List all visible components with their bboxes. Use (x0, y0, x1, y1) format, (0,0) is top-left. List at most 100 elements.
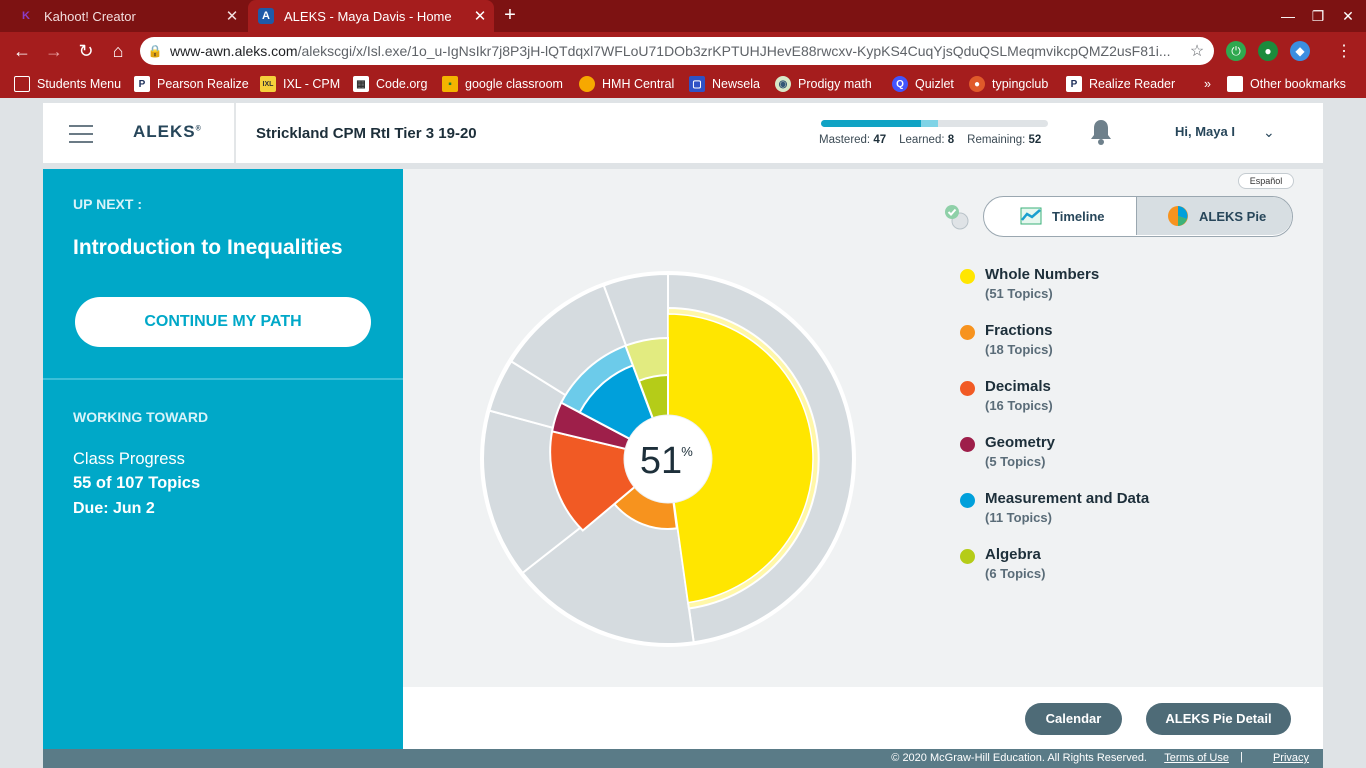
close-window-icon[interactable]: ✕ (1330, 0, 1366, 32)
copyright-text: © 2020 McGraw-Hill Education. All Rights… (891, 752, 1147, 764)
new-tab-icon[interactable]: + (498, 4, 522, 28)
bookmark-label: Quizlet (915, 77, 954, 91)
measurement-dot-icon (960, 493, 975, 508)
notification-bell-icon[interactable] (1089, 118, 1113, 146)
header-divider (234, 103, 236, 163)
tab-kahoot[interactable]: K Kahoot! Creator ✕ (8, 0, 246, 32)
bookmark-students-menu[interactable]: Students Menu (14, 75, 121, 93)
action-bar: Calendar ALEKS Pie Detail (403, 687, 1323, 749)
bookmark-label: Prodigy math (798, 77, 872, 91)
aleks-page: ALEKS® Strickland CPM RtI Tier 3 19-20 M… (0, 98, 1366, 768)
classroom-icon: ▪ (442, 76, 458, 92)
timeline-label: Timeline (1052, 208, 1105, 224)
bookmark-label: HMH Central (602, 77, 675, 91)
bookmark-label: Pearson Realize (157, 77, 249, 91)
pie-icon (1168, 206, 1188, 226)
extension-diamond-icon[interactable]: ◆ (1290, 41, 1310, 61)
folder-icon (1227, 76, 1243, 92)
quizlet-icon: Q (892, 76, 908, 92)
bookmark-hmh-central[interactable]: HMH Central (579, 75, 674, 93)
legend-count: (6 Topics) (985, 566, 1046, 581)
geometry-dot-icon (960, 437, 975, 452)
bookmark-realize-reader[interactable]: P Realize Reader (1066, 75, 1175, 93)
class-name[interactable]: Strickland CPM RtI Tier 3 19-20 (256, 125, 477, 142)
privacy-link[interactable]: Privacy (1273, 752, 1309, 764)
extension-power-icon[interactable]: ⏻ (1226, 41, 1246, 61)
working-toward-label: WORKING TOWARD (73, 409, 209, 425)
browser-menu-icon[interactable]: ⋮ (1334, 41, 1354, 61)
class-progress-label: Class Progress (73, 450, 185, 468)
legend-count: (18 Topics) (985, 342, 1053, 357)
bookmark-label: Newsela (712, 77, 760, 91)
aleks-pie-tab[interactable]: ALEKS Pie (1136, 197, 1292, 235)
aleks-logo[interactable]: ALEKS® (133, 122, 202, 142)
timeline-tab[interactable]: Timeline (984, 197, 1136, 235)
close-tab-icon[interactable]: ✕ (218, 7, 246, 25)
address-bar[interactable]: 🔒 www-awn.aleks.com/alekscgi/x/Isl.exe/1… (140, 37, 1214, 65)
app-header: ALEKS® Strickland CPM RtI Tier 3 19-20 M… (43, 103, 1323, 163)
center-percent: 51 (640, 440, 682, 482)
bookmark-label: IXL - CPM (283, 77, 341, 91)
extension-green-icon[interactable]: ● (1258, 41, 1278, 61)
url-text: www-awn.aleks.com/alekscgi/x/Isl.exe/1o_… (170, 43, 1171, 59)
legend-count: (5 Topics) (985, 454, 1046, 469)
bookmark-star-icon[interactable]: ☆ (1180, 41, 1214, 61)
up-next-label: UP NEXT : (73, 196, 142, 212)
reload-icon[interactable]: ↻ (74, 39, 98, 63)
terms-of-use-link[interactable]: Terms of Use (1164, 752, 1229, 764)
progress-learned (920, 120, 938, 127)
checkmark-badge-icon[interactable] (941, 202, 971, 232)
more-bookmarks-icon[interactable]: » (1204, 75, 1211, 93)
bookmark-ixl[interactable]: IXL IXL - CPM (260, 75, 340, 93)
remaining-stat: Remaining: 52 (967, 134, 1042, 146)
kahoot-favicon-icon: K (22, 10, 30, 22)
tab-title: ALEKS - Maya Davis - Home (284, 8, 452, 24)
footer-separator: | (1240, 751, 1243, 763)
legend-name: Decimals (985, 378, 1051, 395)
bookmark-pearson-realize[interactable]: P Pearson Realize (134, 75, 249, 93)
topics-progress: 55 of 107 Topics (73, 474, 201, 492)
forward-icon[interactable]: → (42, 39, 66, 63)
close-tab-icon[interactable]: ✕ (466, 7, 494, 25)
prodigy-icon: ◉ (775, 76, 791, 92)
bookmark-label: Realize Reader (1089, 77, 1176, 91)
legend-name: Measurement and Data (985, 490, 1150, 507)
newsela-icon: ▢ (689, 76, 705, 92)
whole-numbers-dot-icon (960, 269, 975, 284)
aleks-pie-chart[interactable]: 51 % (478, 269, 858, 649)
menu-icon[interactable] (69, 125, 93, 143)
calendar-button[interactable]: Calendar (1025, 703, 1122, 735)
legend-name: Fractions (985, 322, 1053, 339)
legend-name: Geometry (985, 434, 1056, 451)
aleks-pie-detail-button[interactable]: ALEKS Pie Detail (1146, 703, 1291, 735)
bookmark-newsela[interactable]: ▢ Newsela (689, 75, 760, 93)
copyright-footer: © 2020 McGraw-Hill Education. All Rights… (43, 749, 1323, 768)
bookmark-code-org[interactable]: ▦ Code.org (353, 75, 427, 93)
progress-mastered (821, 120, 921, 127)
sidebar-divider (43, 378, 403, 380)
legend-name: Algebra (985, 546, 1041, 563)
bookmark-label: Students Menu (37, 77, 122, 91)
bookmark-label: google classroom (465, 77, 563, 91)
bookmark-prodigy[interactable]: ◉ Prodigy math (775, 75, 872, 93)
chevron-down-icon[interactable]: ⌄ (1263, 124, 1275, 141)
legend-count: (16 Topics) (985, 398, 1053, 413)
back-icon[interactable]: ← (10, 39, 34, 63)
espanol-button[interactable]: Español (1238, 173, 1294, 189)
lock-icon: 🔒 (147, 44, 163, 58)
bookmark-label: typingclub (992, 77, 1049, 91)
user-greeting[interactable]: Hi, Maya I (1175, 124, 1235, 139)
ixl-icon: IXL (260, 76, 276, 92)
legend-count: (51 Topics) (985, 286, 1053, 301)
home-icon[interactable]: ⌂ (106, 39, 130, 63)
view-toggle: Timeline ALEKS Pie (983, 196, 1293, 237)
code-org-icon: ▦ (353, 76, 369, 92)
continue-my-path-button[interactable]: CONTINUE MY PATH (75, 297, 371, 347)
bookmark-other[interactable]: Other bookmarks (1227, 75, 1346, 93)
bookmark-typingclub[interactable]: ● typingclub (969, 75, 1048, 93)
bookmark-google-classroom[interactable]: ▪ google classroom (442, 75, 563, 93)
tab-aleks-home[interactable]: A ALEKS - Maya Davis - Home ✕ (248, 0, 494, 32)
bookmark-quizlet[interactable]: Q Quizlet (892, 75, 954, 93)
timeline-icon (1020, 207, 1042, 225)
typingclub-icon: ● (969, 76, 985, 92)
